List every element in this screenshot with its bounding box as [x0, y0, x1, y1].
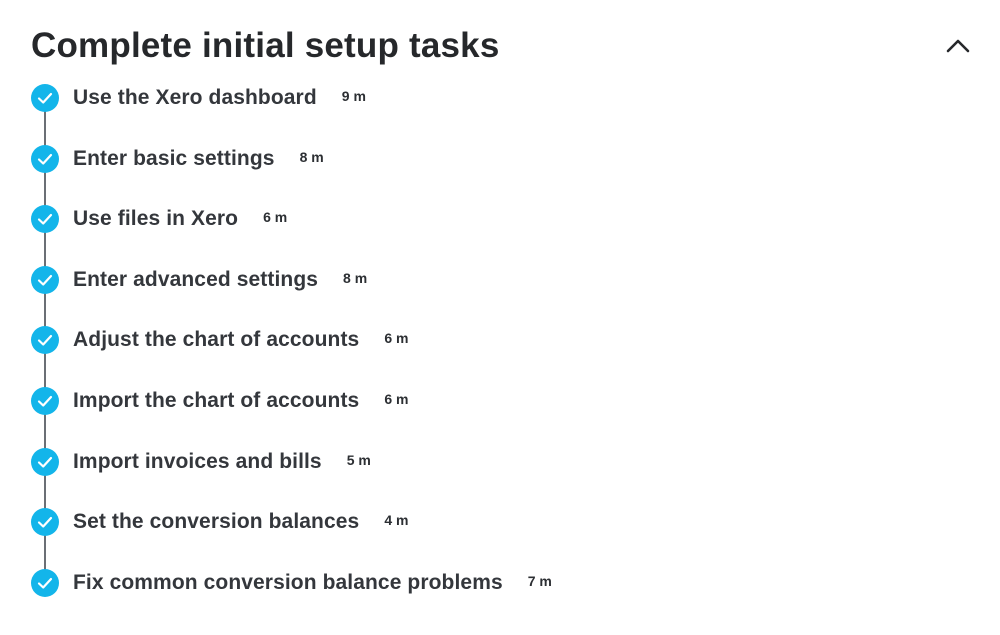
task-title[interactable]: Set the conversion balances: [73, 510, 359, 534]
task-duration: 7 m: [527, 572, 552, 589]
check-circle-icon: [31, 144, 59, 173]
task-item[interactable]: Use files in Xero 6 m: [31, 203, 287, 235]
check-circle-icon: [31, 387, 59, 415]
task-duration: 8 m: [299, 148, 324, 165]
task-item[interactable]: Set the conversion balances 4 m: [31, 506, 408, 538]
task-item[interactable]: Enter basic settings 8 m: [31, 143, 324, 175]
check-circle-icon: [31, 326, 59, 355]
task-item[interactable]: Import invoices and bills 5 m: [31, 446, 371, 478]
task-item[interactable]: Use the Xero dashboard 9 m: [31, 82, 366, 114]
check-circle-icon: [31, 508, 59, 537]
task-title[interactable]: Use the Xero dashboard: [73, 86, 317, 110]
task-title[interactable]: Enter advanced settings: [73, 268, 318, 292]
chevron-up-icon: [940, 28, 976, 64]
task-duration: 6 m: [384, 391, 409, 407]
task-duration: 4 m: [384, 512, 409, 529]
task-item[interactable]: Import the chart of accounts 6 m: [31, 385, 408, 417]
task-duration: 9 m: [341, 88, 366, 104]
check-circle-icon: [31, 447, 59, 476]
task-title[interactable]: Fix common conversion balance problems: [73, 571, 503, 595]
task-duration: 6 m: [384, 330, 409, 347]
check-circle-icon: [31, 568, 59, 597]
task-duration: 6 m: [263, 209, 288, 226]
collapse-button[interactable]: [940, 28, 976, 64]
task-title[interactable]: Use files in Xero: [73, 207, 238, 231]
task-title[interactable]: Enter basic settings: [73, 147, 275, 171]
task-duration: 5 m: [346, 451, 371, 468]
task-item[interactable]: Fix common conversion balance problems 7 …: [31, 567, 552, 599]
task-item[interactable]: Adjust the chart of accounts 6 m: [31, 324, 408, 356]
section-header[interactable]: Complete initial setup tasks: [31, 22, 976, 72]
task-duration: 8 m: [343, 269, 368, 286]
task-list: Use the Xero dashboard 9 m Enter basic set…: [31, 82, 931, 612]
check-circle-icon: [31, 84, 59, 112]
check-circle-icon: [31, 205, 59, 234]
task-title[interactable]: Import the chart of accounts: [73, 389, 359, 413]
section-title: Complete initial setup tasks: [31, 26, 500, 65]
task-title[interactable]: Import invoices and bills: [73, 450, 322, 474]
check-circle-icon: [31, 265, 59, 294]
setup-tasks-panel: Complete initial setup tasks Use the Xer…: [0, 0, 1000, 635]
task-item[interactable]: Enter advanced settings 8 m: [31, 264, 367, 296]
task-title[interactable]: Adjust the chart of accounts: [73, 328, 359, 352]
